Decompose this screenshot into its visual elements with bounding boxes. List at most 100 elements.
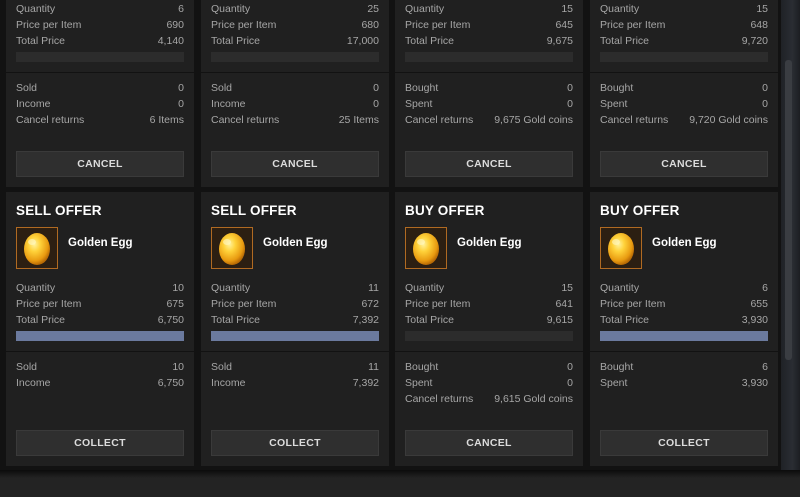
row-value: 15: [756, 3, 768, 15]
row-value: 648: [750, 19, 768, 31]
row-label: Sold: [211, 82, 233, 94]
row-label: Bought: [600, 82, 634, 94]
collect-button[interactable]: COLLECT: [16, 430, 184, 456]
cancel-button[interactable]: CANCEL: [600, 151, 768, 177]
row-label: Price per Item: [405, 19, 471, 31]
row-value: 641: [555, 298, 573, 310]
row-label: Price per Item: [211, 298, 277, 310]
cancel-button[interactable]: CANCEL: [405, 430, 573, 456]
row-value: 0: [762, 82, 768, 94]
row-value: 6 Items: [149, 114, 184, 126]
row-label: Price per Item: [405, 298, 471, 310]
offer-rows-row: Total Price 7,392: [211, 314, 379, 328]
cancel-button[interactable]: CANCEL: [405, 151, 573, 177]
progress-bar: [16, 331, 184, 341]
offer-rows2-row: Bought 0: [405, 82, 573, 96]
progress-fill: [211, 331, 379, 341]
row-value: 3,930: [741, 314, 768, 326]
row-value: 0: [567, 98, 573, 110]
offer-rows-row: Total Price 9,720: [600, 35, 768, 49]
row-value: 15: [561, 3, 573, 15]
divider: [395, 72, 583, 73]
collect-button[interactable]: COLLECT: [211, 430, 379, 456]
row-value: 25 Items: [338, 114, 379, 126]
row-label: Spent: [405, 377, 433, 389]
offer-rows2-row: Spent 0: [405, 98, 573, 112]
offer-rows2-row: Sold 11: [211, 361, 379, 375]
offer-rows2-row: Income 6,750: [16, 377, 184, 391]
offer-card: Quantity 15 Price per Item 648 Total Price 9,…: [590, 0, 778, 187]
row-label: Spent: [600, 377, 628, 389]
row-label: Total Price: [211, 35, 261, 47]
offer-type-title: SELL OFFER: [16, 203, 102, 218]
row-value: 17,000: [346, 35, 379, 47]
row-value: 0: [178, 98, 184, 110]
row-label: Quantity: [211, 3, 251, 15]
row-label: Income: [211, 377, 246, 389]
offer-rows2-row: Cancel returns 9,615 Gold coins: [405, 393, 573, 407]
row-label: Total Price: [211, 314, 261, 326]
golden-egg-icon: [405, 227, 447, 269]
offer-rows2-row: Income 7,392: [211, 377, 379, 391]
row-value: 655: [750, 298, 768, 310]
offer-rows-row: Quantity 11: [211, 282, 379, 296]
cancel-button[interactable]: CANCEL: [16, 151, 184, 177]
row-value: 25: [367, 3, 379, 15]
row-value: 9,615 Gold coins: [494, 393, 573, 405]
row-label: Income: [16, 377, 51, 389]
collect-button[interactable]: COLLECT: [600, 430, 768, 456]
row-label: Price per Item: [600, 19, 666, 31]
item-name: Golden Egg: [457, 237, 522, 249]
golden-egg-icon: [600, 227, 642, 269]
row-label: Quantity: [405, 282, 445, 294]
scrollbar[interactable]: [785, 60, 792, 360]
offer-rows2-row: Bought 6: [600, 361, 768, 375]
row-value: 0: [373, 98, 379, 110]
row-label: Bought: [405, 82, 439, 94]
progress-bar: [405, 331, 573, 341]
progress-bar: [211, 52, 379, 62]
offer-rows-row: Total Price 9,615: [405, 314, 573, 328]
offer-rows-row: Price per Item 690: [16, 19, 184, 33]
item-name: Golden Egg: [68, 237, 133, 249]
row-label: Income: [211, 98, 246, 110]
offer-rows-row: Quantity 15: [405, 3, 573, 17]
row-value: 0: [178, 82, 184, 94]
offer-rows2-row: Spent 0: [600, 98, 768, 112]
cancel-button[interactable]: CANCEL: [211, 151, 379, 177]
offer-type-title: BUY OFFER: [405, 203, 485, 218]
offer-rows-row: Price per Item 641: [405, 298, 573, 312]
offer-rows-row: Price per Item 680: [211, 19, 379, 33]
row-value: 11: [368, 361, 379, 373]
offer-rows-row: Quantity 15: [600, 3, 768, 17]
offer-rows2-row: Spent 0: [405, 377, 573, 391]
row-value: 9,720 Gold coins: [689, 114, 768, 126]
row-label: Quantity: [600, 3, 640, 15]
item-name: Golden Egg: [652, 237, 717, 249]
row-value: 9,615: [546, 314, 573, 326]
offer-rows-row: Total Price 6,750: [16, 314, 184, 328]
row-value: 3,930: [741, 377, 768, 389]
divider: [201, 351, 389, 352]
divider: [6, 351, 194, 352]
offer-card: Quantity 25 Price per Item 680 Total Price 17…: [201, 0, 389, 187]
row-label: Cancel returns: [16, 114, 85, 126]
offer-rows2-row: Sold 10: [16, 361, 184, 375]
row-value: 6,750: [157, 377, 184, 389]
row-value: 690: [166, 19, 184, 31]
offer-card: BUY OFFER Golden Egg Quantity 6 Price per It…: [590, 192, 778, 466]
divider: [590, 72, 778, 73]
offer-rows2-row: Cancel returns 9,720 Gold coins: [600, 114, 768, 128]
offer-rows-row: Quantity 25: [211, 3, 379, 17]
row-label: Total Price: [16, 35, 66, 47]
row-label: Price per Item: [211, 19, 277, 31]
offer-card: BUY OFFER Golden Egg Quantity 15 Price per I…: [395, 192, 583, 466]
row-value: 0: [567, 377, 573, 389]
row-label: Spent: [600, 98, 628, 110]
row-label: Price per Item: [600, 298, 666, 310]
progress-bar: [600, 331, 768, 341]
divider: [6, 72, 194, 73]
offer-rows2-row: Spent 3,930: [600, 377, 768, 391]
row-label: Sold: [16, 82, 38, 94]
offer-rows-row: Quantity 10: [16, 282, 184, 296]
